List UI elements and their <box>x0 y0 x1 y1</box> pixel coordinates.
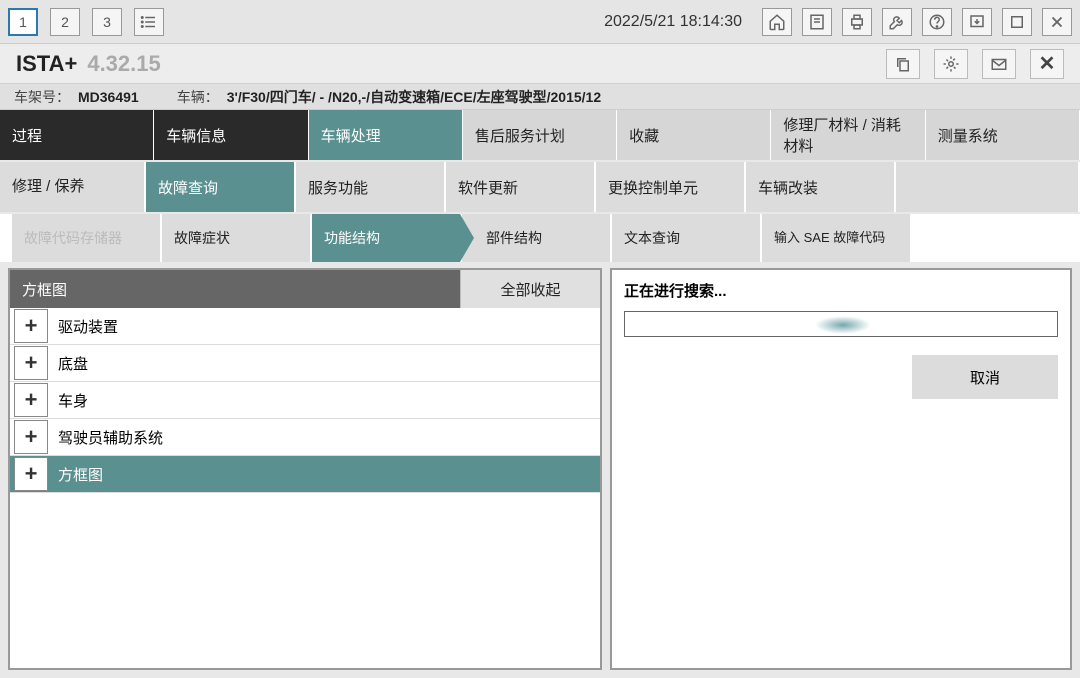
workspace-3-button[interactable]: 3 <box>92 8 122 36</box>
mail-button[interactable] <box>982 49 1016 79</box>
expand-icon[interactable]: + <box>14 457 48 491</box>
close-window-button[interactable] <box>1042 8 1072 36</box>
subtab2-fault-memory: 故障代码存储器 <box>12 214 162 262</box>
app-bar: ISTA+ 4.32.15 ✕ <box>0 44 1080 84</box>
right-panel: 正在进行搜索... 取消 <box>610 268 1072 670</box>
datetime-display: 2022/5/21 18:14:30 <box>604 13 742 31</box>
tree-item-driver-assist[interactable]: + 驾驶员辅助系统 <box>10 419 600 456</box>
subtab-software-update[interactable]: 软件更新 <box>446 162 596 212</box>
tab-workshop-materials[interactable]: 修理厂材料 / 消耗材料 <box>771 110 925 160</box>
wrench-button[interactable] <box>882 8 912 36</box>
left-panel-title: 方框图 <box>10 270 460 308</box>
subtab2-fault-symptom[interactable]: 故障症状 <box>162 214 312 262</box>
tree-item-label: 车身 <box>52 390 88 411</box>
subtab-repair-maintenance[interactable]: 修理 / 保养 <box>0 162 146 212</box>
export-button[interactable] <box>962 8 992 36</box>
tree-item-label: 驱动装置 <box>52 316 118 337</box>
sub-tabs-2: 故障代码存储器 故障症状 功能结构 部件结构 文本查询 输入 SAE 故障代码 <box>0 214 1080 262</box>
expand-icon[interactable]: + <box>14 383 48 417</box>
tree-item-label: 底盘 <box>52 353 88 374</box>
maximize-button[interactable] <box>1002 8 1032 36</box>
search-status-label: 正在进行搜索... <box>624 280 1058 301</box>
tree-list: + 驱动装置 + 底盘 + 车身 + 驾驶员辅助系统 + 方框图 <box>10 308 600 668</box>
close-app-button[interactable]: ✕ <box>1030 49 1064 79</box>
home-button[interactable] <box>762 8 792 36</box>
list-toolbar-button[interactable] <box>134 8 164 36</box>
content-area: 方框图 全部收起 + 驱动装置 + 底盘 + 车身 + 驾驶员辅助系统 + 方框… <box>0 262 1080 676</box>
tree-item-body[interactable]: + 车身 <box>10 382 600 419</box>
top-toolbar: 1 2 3 2022/5/21 18:14:30 <box>0 0 1080 44</box>
tree-item-chassis[interactable]: + 底盘 <box>10 345 600 382</box>
cancel-button[interactable]: 取消 <box>912 355 1058 399</box>
progress-bar <box>624 311 1058 337</box>
tab-vehicle-handling[interactable]: 车辆处理 <box>309 110 463 160</box>
toolbar-right-group <box>762 8 1072 36</box>
tree-item-label: 方框图 <box>52 464 103 485</box>
subtab2-function-structure[interactable]: 功能结构 <box>312 214 462 262</box>
expand-icon[interactable]: + <box>14 309 48 343</box>
vin-label: 车架号： <box>14 87 70 107</box>
print-button[interactable] <box>842 8 872 36</box>
document-button[interactable] <box>802 8 832 36</box>
tab-process[interactable]: 过程 <box>0 110 154 160</box>
subtab2-sae-fault-code[interactable]: 输入 SAE 故障代码 <box>762 214 912 262</box>
left-panel: 方框图 全部收起 + 驱动装置 + 底盘 + 车身 + 驾驶员辅助系统 + 方框… <box>8 268 602 670</box>
app-version: 4.32.15 <box>87 51 160 77</box>
sub-tabs-1: 修理 / 保养 故障查询 服务功能 软件更新 更换控制单元 车辆改装 <box>0 162 1080 212</box>
tab-measuring-system[interactable]: 测量系统 <box>926 110 1080 160</box>
copy-button[interactable] <box>886 49 920 79</box>
tab-service-plan[interactable]: 售后服务计划 <box>463 110 617 160</box>
left-panel-header: 方框图 全部收起 <box>10 270 600 308</box>
expand-icon[interactable]: + <box>14 420 48 454</box>
settings-button[interactable] <box>934 49 968 79</box>
subtab-replace-ecu[interactable]: 更换控制单元 <box>596 162 746 212</box>
workspace-1-button[interactable]: 1 <box>8 8 38 36</box>
subtab-service-function[interactable]: 服务功能 <box>296 162 446 212</box>
expand-icon[interactable]: + <box>14 346 48 380</box>
vin-value: MD36491 <box>78 89 139 105</box>
workspace-switcher: 1 2 3 <box>8 8 164 36</box>
tab-favorites[interactable]: 收藏 <box>617 110 771 160</box>
subtab-fault-inquiry[interactable]: 故障查询 <box>146 162 296 212</box>
subtab-empty <box>896 162 1080 212</box>
subtab2-text-query[interactable]: 文本查询 <box>612 214 762 262</box>
tree-item-label: 驾驶员辅助系统 <box>52 427 163 448</box>
tree-item-drive[interactable]: + 驱动装置 <box>10 308 600 345</box>
app-bar-actions: ✕ <box>886 49 1064 79</box>
vehicle-label: 车辆： <box>177 87 219 107</box>
subtab-vehicle-modification[interactable]: 车辆改装 <box>746 162 896 212</box>
vehicle-info-bar: 车架号： MD36491 车辆： 3'/F30/四门车/ - /N20,-/自动… <box>0 84 1080 110</box>
right-panel-actions: 取消 <box>912 355 1058 399</box>
subtab2-component-structure[interactable]: 部件结构 <box>462 214 612 262</box>
help-button[interactable] <box>922 8 952 36</box>
collapse-all-button[interactable]: 全部收起 <box>460 270 600 308</box>
app-name: ISTA+ <box>16 51 77 77</box>
tab-vehicle-info[interactable]: 车辆信息 <box>154 110 308 160</box>
main-tabs: 过程 车辆信息 车辆处理 售后服务计划 收藏 修理厂材料 / 消耗材料 测量系统 <box>0 110 1080 160</box>
vehicle-description: 3'/F30/四门车/ - /N20,-/自动变速箱/ECE/左座驾驶型/201… <box>227 87 601 107</box>
tree-item-block-diagram[interactable]: + 方框图 <box>10 456 600 493</box>
workspace-2-button[interactable]: 2 <box>50 8 80 36</box>
